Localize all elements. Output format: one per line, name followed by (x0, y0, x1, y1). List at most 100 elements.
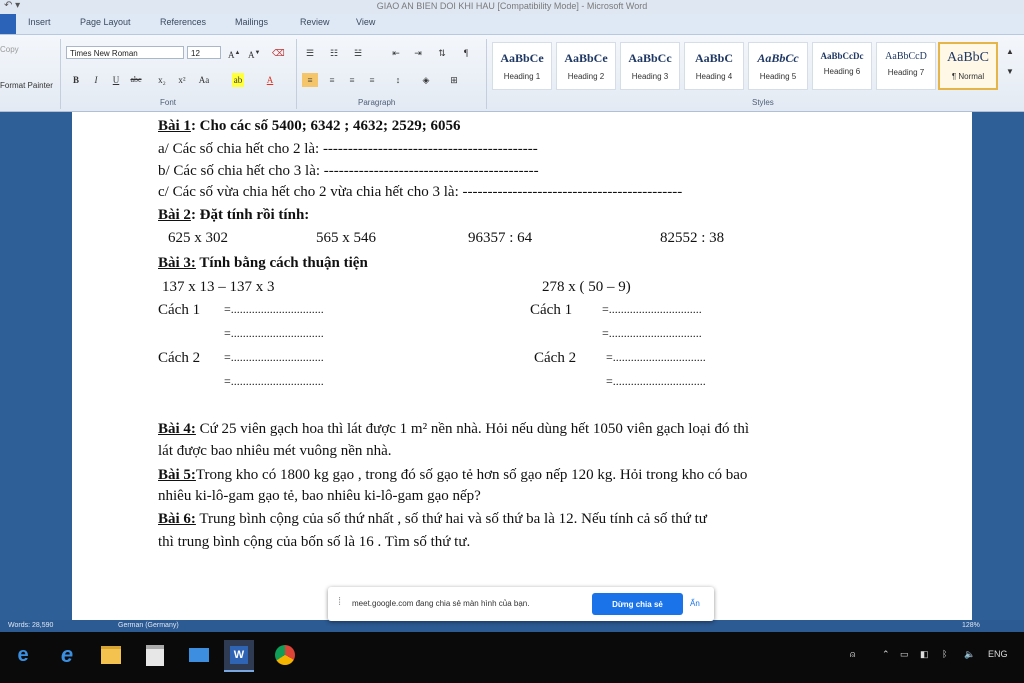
decrease-indent-icon[interactable]: ⇤ (390, 46, 402, 60)
tab-references[interactable]: References (160, 17, 206, 27)
borders-icon[interactable]: ⊞ (448, 73, 460, 87)
exercise-2-expr-2: 565 x 546 (316, 230, 376, 246)
copy-button[interactable]: Copy (0, 45, 19, 54)
style-normal[interactable]: AaBbC ¶ Normal (938, 42, 998, 90)
input-language[interactable]: ENG (988, 649, 1008, 659)
share-message: meet.google.com đang chia sẻ màn hình củ… (352, 599, 530, 608)
font-size-box[interactable]: 12 (187, 46, 221, 59)
justify-icon[interactable]: ≡ (366, 73, 378, 87)
style-heading-7[interactable]: AaBbCcD Heading 7 (876, 42, 936, 90)
exercise-2-expr-3: 96357 : 64 (468, 230, 533, 246)
tab-view[interactable]: View (356, 17, 375, 27)
hide-link[interactable]: Ẩn (690, 599, 700, 608)
strikethrough-button[interactable]: abc (130, 73, 142, 87)
exercise-1-part-a: a/ Các số chia hết cho 2 là: -----------… (158, 141, 538, 157)
left-method-2-fill-a: =............................... (224, 350, 324, 364)
battery-icon[interactable]: ▭ (900, 649, 909, 660)
exercise-3-heading: Bài 3: Tính bằng cách thuận tiện (158, 255, 368, 271)
edge-icon[interactable]: e (8, 640, 38, 670)
styles-scroll-up-icon[interactable]: ▲ (1004, 45, 1016, 59)
exercise-2-heading: Bài 2: Đặt tính rồi tính: (158, 207, 310, 223)
bullets-icon[interactable]: ☰ (304, 46, 316, 60)
style-heading-6[interactable]: AaBbCcDc Heading 6 (812, 42, 872, 90)
right-method-2-label: Cách 2 (534, 350, 577, 366)
zoom-level[interactable]: 128% (962, 620, 980, 632)
sort-icon[interactable]: ⇅ (436, 46, 448, 60)
exercise-1-part-b: b/ Các số chia hết cho 3 là: -----------… (158, 163, 539, 179)
exercise-4-line-2: lát được bao nhiêu mét vuông nền nhà. (158, 443, 392, 459)
exercise-4-line-1: Bài 4: Cứ 25 viên gạch hoa thì lát được … (158, 421, 750, 437)
clipboard-group: Copy Format Painter (0, 35, 58, 111)
left-method-2-label: Cách 2 (158, 350, 201, 366)
language-indicator[interactable]: German (Germany) (118, 620, 179, 632)
tab-insert[interactable]: Insert (28, 17, 51, 27)
left-method-2-fill-b: =............................... (224, 374, 324, 388)
align-right-icon[interactable]: ≡ (346, 73, 358, 87)
file-explorer-icon[interactable] (96, 640, 126, 670)
styles-group-label: Styles (752, 98, 774, 107)
undo-icon[interactable]: ↶ ▾ (4, 0, 20, 12)
right-method-1-fill-b: =............................... (602, 326, 702, 340)
stop-sharing-button[interactable]: Dừng chia sẻ (592, 593, 683, 615)
show-marks-icon[interactable]: ¶ (460, 46, 472, 60)
exercise-6-line-1: Bài 6: Trung bình cộng của số thứ nhất ,… (158, 511, 707, 527)
network-icon[interactable]: ◧ (920, 649, 929, 660)
highlight-icon[interactable]: ab (232, 73, 244, 87)
exercise-3-right-expr: 278 x ( 50 – 9) (542, 279, 631, 295)
underline-button[interactable]: U (110, 73, 122, 87)
style-heading-1[interactable]: AaBbCe Heading 1 (492, 42, 552, 90)
left-method-1-label: Cách 1 (158, 302, 201, 318)
italic-button[interactable]: I (90, 73, 102, 87)
grow-font-button[interactable]: A▲ (228, 46, 240, 60)
align-left-icon[interactable]: ≡ (302, 73, 318, 87)
increase-indent-icon[interactable]: ⇥ (412, 46, 424, 60)
right-method-2-fill-a: =............................... (606, 350, 706, 364)
drag-handle-icon[interactable]: ⁞ (338, 596, 341, 608)
store-icon[interactable] (140, 640, 170, 670)
taskbar: e e W ⍝ ⌃ ▭ ◧ ᛒ 🔈 ENG (0, 632, 1024, 683)
document-page[interactable]: Bài 1: Cho các số 5400; 6342 ; 4632; 252… (72, 112, 972, 620)
clear-format-icon[interactable]: ⌫ (272, 46, 285, 60)
multilevel-list-icon[interactable]: ☱ (352, 46, 364, 60)
bold-button[interactable]: B (70, 73, 82, 87)
numbering-icon[interactable]: ☷ (328, 46, 340, 60)
word-app-icon[interactable]: W (224, 640, 254, 672)
shrink-font-button[interactable]: A▼ (248, 46, 260, 60)
tab-mailings[interactable]: Mailings (235, 17, 268, 27)
mail-icon[interactable] (184, 640, 214, 670)
change-case-button[interactable]: Aa (198, 73, 210, 87)
subscript-button[interactable]: x₂ (156, 73, 168, 87)
style-heading-4[interactable]: AaBbC Heading 4 (684, 42, 744, 90)
document-area: Bài 1: Cho các số 5400; 6342 ; 4632; 252… (0, 112, 1024, 620)
tab-review[interactable]: Review (300, 17, 330, 27)
chrome-icon[interactable] (270, 640, 300, 670)
internet-explorer-icon[interactable]: e (52, 640, 82, 670)
group-divider (60, 39, 61, 109)
style-heading-5[interactable]: AaBbCc Heading 5 (748, 42, 808, 90)
group-divider (296, 39, 297, 109)
exercise-1-part-c: c/ Các số vừa chia hết cho 2 vừa chia hế… (158, 184, 683, 200)
title-bar: ↶ ▾ GIAO AN BIEN DOI KHI HAU [Compatibil… (0, 0, 1024, 14)
superscript-button[interactable]: x² (176, 73, 188, 87)
line-spacing-icon[interactable]: ↕ (392, 73, 404, 87)
ribbon-tabs: Insert Page Layout References Mailings R… (0, 14, 1024, 35)
font-name-box[interactable]: Times New Roman (66, 46, 184, 59)
tab-file[interactable] (0, 14, 16, 34)
volume-icon[interactable]: 🔈 (964, 649, 975, 660)
people-icon[interactable]: ⍝ (850, 649, 855, 660)
style-heading-2[interactable]: AaBbCe Heading 2 (556, 42, 616, 90)
style-heading-3[interactable]: AaBbCc Heading 3 (620, 42, 680, 90)
exercise-5-line-1: Bài 5:Trong kho có 1800 kg gạo , trong đ… (158, 467, 748, 483)
font-color-icon[interactable]: A (264, 73, 276, 87)
tab-page-layout[interactable]: Page Layout (80, 17, 131, 27)
word-count[interactable]: Words: 28,590 (8, 620, 53, 632)
bluetooth-icon[interactable]: ᛒ (942, 649, 947, 659)
format-painter-button[interactable]: Format Painter (0, 81, 53, 90)
right-method-1-label: Cách 1 (530, 302, 573, 318)
shading-icon[interactable]: ◈ (420, 73, 432, 87)
right-method-2-fill-b: =............................... (606, 374, 706, 388)
exercise-3-left-expr: 137 x 13 – 137 x 3 (162, 279, 275, 295)
tray-expand-icon[interactable]: ⌃ (882, 649, 890, 660)
align-center-icon[interactable]: ≡ (326, 73, 338, 87)
styles-scroll-down-icon[interactable]: ▼ (1004, 65, 1016, 79)
